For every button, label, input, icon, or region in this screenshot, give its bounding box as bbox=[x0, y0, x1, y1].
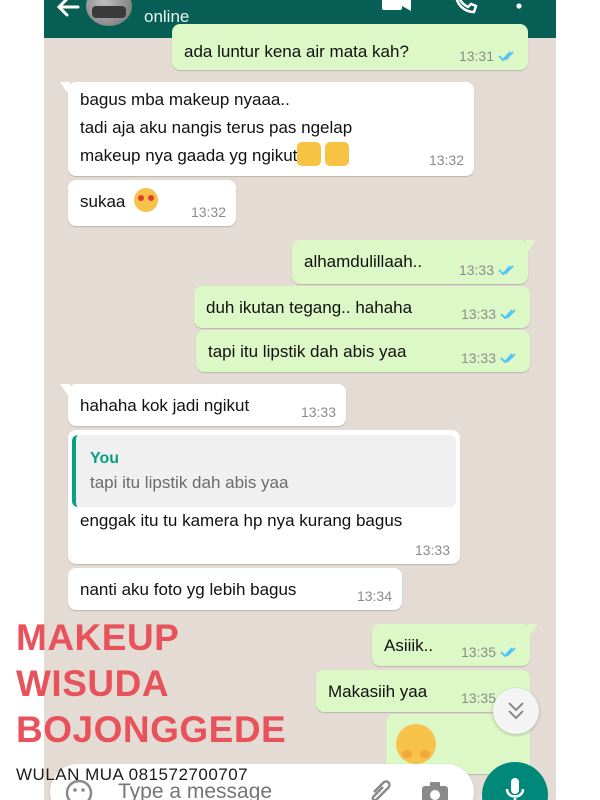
message-meta: 13:31 bbox=[459, 48, 518, 64]
message-time: 13:33 bbox=[300, 404, 336, 420]
message-time: 13:35 bbox=[460, 644, 496, 660]
message-bubble-incoming[interactable]: sukaa 13:32 bbox=[68, 180, 236, 226]
scroll-to-bottom-button[interactable] bbox=[493, 688, 539, 734]
message-time: 13:34 bbox=[356, 588, 392, 604]
message-meta: 13:33 bbox=[415, 542, 450, 558]
message-time: 13:33 bbox=[460, 306, 496, 322]
message-time: 13:35 bbox=[460, 690, 496, 706]
message-meta: 13:35 bbox=[461, 644, 520, 660]
more-options-icon[interactable] bbox=[514, 0, 524, 16]
message-bubble-outgoing[interactable]: ada luntur kena air mata kah? 13:31 bbox=[172, 24, 528, 70]
message-bubble-incoming[interactable]: bagus mba makeup nyaaa.. tadi aja aku na… bbox=[60, 82, 474, 176]
message-bubble-outgoing[interactable]: alhamdulillaah.. 13:33 bbox=[292, 240, 536, 284]
read-ticks-icon bbox=[498, 265, 514, 276]
message-meta: 13:33 bbox=[461, 306, 520, 322]
hugging-face-emoji-icon bbox=[396, 724, 436, 764]
message-meta: 13:33 bbox=[459, 262, 518, 278]
message-meta: 13:34 bbox=[357, 588, 392, 604]
thumbs-up-emoji-icon bbox=[297, 142, 322, 166]
message-bubble-outgoing[interactable]: Asiiik.. 13:35 bbox=[372, 624, 538, 666]
message-bubble-incoming[interactable]: hahaha kok jadi ngikut 13:33 bbox=[60, 384, 346, 426]
message-text-line: tadi aja aku nangis terus pas ngelap bbox=[80, 118, 353, 137]
message-text: duh ikutan tegang.. hahaha bbox=[206, 298, 413, 317]
message-text: enggak itu tu kamera hp nya kurang bagus bbox=[80, 511, 403, 530]
back-arrow-icon[interactable] bbox=[54, 0, 82, 20]
message-bubble-incoming-reply[interactable]: You tapi itu lipstik dah abis yaa enggak… bbox=[68, 430, 460, 564]
message-bubble-incoming[interactable]: nanti aku foto yg lebih bagus 13:34 bbox=[68, 568, 402, 610]
microphone-icon bbox=[505, 778, 525, 800]
overlay-title-line: MAKEUP bbox=[16, 617, 180, 658]
heart-eyes-emoji-icon bbox=[134, 188, 159, 212]
message-time: 13:33 bbox=[414, 542, 450, 558]
overlay-title-line: WISUDA bbox=[16, 663, 170, 704]
contact-avatar[interactable] bbox=[86, 0, 132, 26]
message-time: 13:32 bbox=[428, 152, 464, 168]
message-text-line: bagus mba makeup nyaaa.. bbox=[80, 90, 290, 109]
message-time: 13:32 bbox=[190, 204, 226, 220]
phone-call-icon[interactable] bbox=[452, 0, 480, 16]
message-text: tapi itu lipstik dah abis yaa bbox=[208, 342, 407, 361]
message-time: 13:31 bbox=[458, 48, 494, 64]
message-meta: 13:33 bbox=[301, 404, 336, 420]
message-text-line: makeup nya gaada yg ngikut bbox=[80, 146, 298, 165]
message-time: 13:33 bbox=[460, 350, 496, 366]
message-bubble-outgoing[interactable]: tapi itu lipstik dah abis yaa 13:33 bbox=[196, 330, 530, 372]
message-meta: 13:33 bbox=[461, 350, 520, 366]
video-call-icon[interactable] bbox=[380, 0, 414, 16]
read-ticks-icon bbox=[500, 309, 516, 320]
overlay-subtitle: WULAN MUA 081572700707 bbox=[16, 765, 249, 784]
camera-icon[interactable] bbox=[420, 780, 450, 800]
message-text: nanti aku foto yg lebih bagus bbox=[80, 580, 297, 599]
quoted-message[interactable]: You tapi itu lipstik dah abis yaa bbox=[72, 435, 456, 507]
read-ticks-icon bbox=[500, 647, 516, 658]
message-text: Asiiik.. bbox=[384, 636, 434, 655]
message-text: ada luntur kena air mata kah? bbox=[184, 42, 409, 61]
message-text: Makasiih yaa bbox=[328, 682, 428, 701]
message-text: hahaha kok jadi ngikut bbox=[80, 396, 250, 415]
overlay-title-line: BOJONGGEDE bbox=[16, 709, 287, 750]
read-ticks-icon bbox=[498, 51, 514, 62]
message-time: 13:33 bbox=[458, 262, 494, 278]
attach-paperclip-icon[interactable] bbox=[368, 778, 394, 800]
message-bubble-outgoing[interactable]: duh ikutan tegang.. hahaha 13:33 bbox=[194, 286, 530, 328]
message-meta: 13:32 bbox=[191, 204, 226, 220]
thumbs-up-emoji-icon bbox=[325, 142, 350, 166]
double-chevron-down-icon bbox=[508, 702, 524, 720]
quoted-text: tapi itu lipstik dah abis yaa bbox=[90, 473, 289, 492]
message-text: alhamdulillaah.. bbox=[304, 252, 423, 271]
message-text: sukaa bbox=[80, 192, 126, 211]
read-ticks-icon bbox=[500, 353, 516, 364]
message-meta: 13:32 bbox=[429, 152, 464, 168]
